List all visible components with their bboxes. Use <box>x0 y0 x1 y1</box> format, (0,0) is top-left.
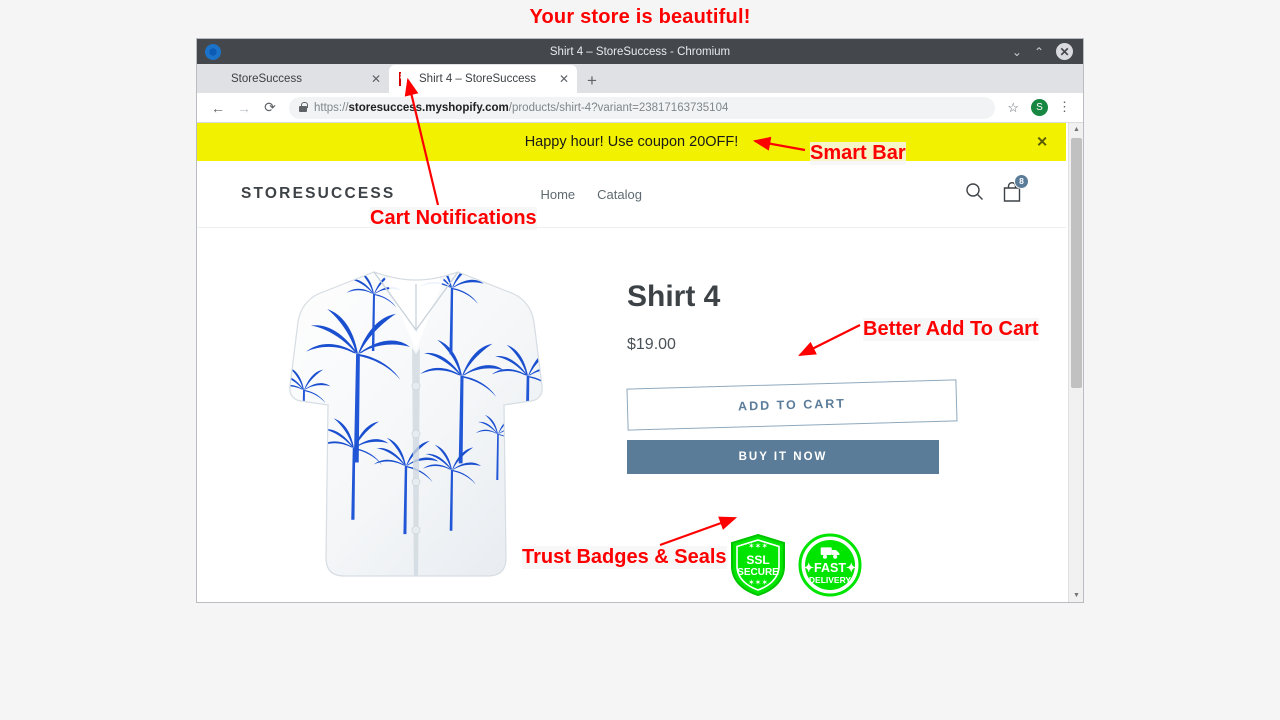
store-header: STORESUCCESS Home Catalog 8 <box>197 161 1066 228</box>
svg-text:✶✶✶: ✶✶✶ <box>748 542 768 551</box>
nav-item-home[interactable]: Home <box>540 187 575 202</box>
url-path: /products/shirt-4?variant=23817163735104 <box>508 101 729 114</box>
minimize-icon[interactable]: ⌄ <box>1012 46 1022 58</box>
address-bar[interactable]: https://storesuccess.myshopify.com/produ… <box>289 96 996 119</box>
buy-it-now-button[interactable]: BUY IT NOW <box>627 440 939 474</box>
smart-bar[interactable]: Happy hour! Use coupon 20OFF! ✕ <box>197 123 1066 161</box>
back-icon[interactable]: ← <box>205 95 231 121</box>
url-text: https://storesuccess.myshopify.com/produ… <box>314 102 728 114</box>
close-icon[interactable]: ✕ <box>1056 43 1073 60</box>
browser-toolbar: ← → ⟳ https://storesuccess.myshopify.com… <box>197 93 1083 123</box>
browser-tab-2[interactable]: Shirt 4 – StoreSuccess ✕ <box>389 65 577 93</box>
window-controls: ⌄ ⌃ ✕ <box>1012 43 1083 60</box>
store-logo[interactable]: STORESUCCESS <box>241 185 395 203</box>
cart-icon[interactable]: 8 <box>1002 173 1029 208</box>
store-nav: Home Catalog <box>540 187 642 202</box>
svg-text:DELIVERY: DELIVERY <box>809 575 852 585</box>
url-scheme: https:// <box>314 101 349 114</box>
scroll-down-icon[interactable]: ▼ <box>1069 589 1083 602</box>
new-tab-button[interactable]: + <box>577 72 607 93</box>
annotation-trust-badges: Trust Badges & Seals <box>522 546 727 569</box>
nav-item-catalog[interactable]: Catalog <box>597 187 642 202</box>
tab-title: StoreSuccess <box>231 73 302 85</box>
reload-icon[interactable]: ⟳ <box>257 95 283 121</box>
bird-icon <box>211 73 224 86</box>
menu-kebab-icon[interactable]: ⋮ <box>1054 100 1075 114</box>
cart-count-badge: 8 <box>1014 173 1029 189</box>
browser-titlebar: Shirt 4 – StoreSuccess - Chromium ⌄ ⌃ ✕ <box>197 39 1083 64</box>
page-scrollbar[interactable]: ▲ ▼ <box>1068 123 1083 602</box>
trust-badges-row: ✶✶✶ SSL SECURE ✶✶✶ ✦FAST✦ DELIVERY <box>727 532 1022 598</box>
svg-text:✦FAST✦: ✦FAST✦ <box>804 561 857 575</box>
scrollbar-thumb[interactable] <box>1071 138 1082 388</box>
tab-close-icon[interactable]: ✕ <box>559 73 569 85</box>
smart-bar-message: Happy hour! Use coupon 20OFF! <box>524 134 739 150</box>
fast-delivery-badge-icon: ✦FAST✦ DELIVERY <box>798 533 862 597</box>
tab-title: Shirt 4 – StoreSuccess <box>419 73 536 85</box>
scroll-up-icon[interactable]: ▲ <box>1069 123 1083 137</box>
screenshot-stage: Your store is beautiful! Shirt 4 – Store… <box>0 0 1280 720</box>
window-title: Shirt 4 – StoreSuccess - Chromium <box>549 45 731 58</box>
svg-text:✶✶✶: ✶✶✶ <box>748 578 768 587</box>
add-to-cart-button[interactable]: ADD TO CART <box>626 379 958 431</box>
maximize-icon[interactable]: ⌃ <box>1034 46 1044 58</box>
smart-bar-close-icon[interactable]: ✕ <box>1036 134 1048 151</box>
store-page: Happy hour! Use coupon 20OFF! ✕ STORESUC… <box>197 123 1066 602</box>
tab-strip: StoreSuccess ✕ Shirt 4 – StoreSuccess ✕ … <box>197 64 1083 93</box>
svg-text:SSL: SSL <box>746 553 769 567</box>
shirt-illustration <box>289 271 543 577</box>
header-icons: 8 <box>965 173 1029 208</box>
browser-tab-1[interactable]: StoreSuccess ✕ <box>201 65 389 93</box>
annotation-smart-bar: Smart Bar <box>810 142 906 165</box>
page-viewport: Happy hour! Use coupon 20OFF! ✕ STORESUC… <box>197 123 1083 602</box>
url-domain: storesuccess.myshopify.com <box>348 101 509 114</box>
tab-close-icon[interactable]: ✕ <box>371 73 381 85</box>
svg-text:SECURE: SECURE <box>737 567 779 578</box>
product-title: Shirt 4 <box>627 280 721 313</box>
ssl-secure-badge-icon: ✶✶✶ SSL SECURE ✶✶✶ <box>731 533 785 597</box>
red-badge-icon <box>399 71 412 86</box>
chromium-logo-icon <box>205 43 221 60</box>
page-title: Your store is beautiful! <box>529 6 751 28</box>
search-icon[interactable] <box>965 182 984 206</box>
annotation-cart-notifications: Cart Notifications <box>370 207 537 230</box>
forward-icon[interactable]: → <box>231 95 257 121</box>
annotation-better-add-to-cart: Better Add To Cart <box>863 318 1039 341</box>
lock-icon <box>299 101 308 112</box>
profile-avatar[interactable]: S <box>1031 99 1048 116</box>
bookmark-star-icon[interactable]: ☆ <box>1001 100 1025 116</box>
